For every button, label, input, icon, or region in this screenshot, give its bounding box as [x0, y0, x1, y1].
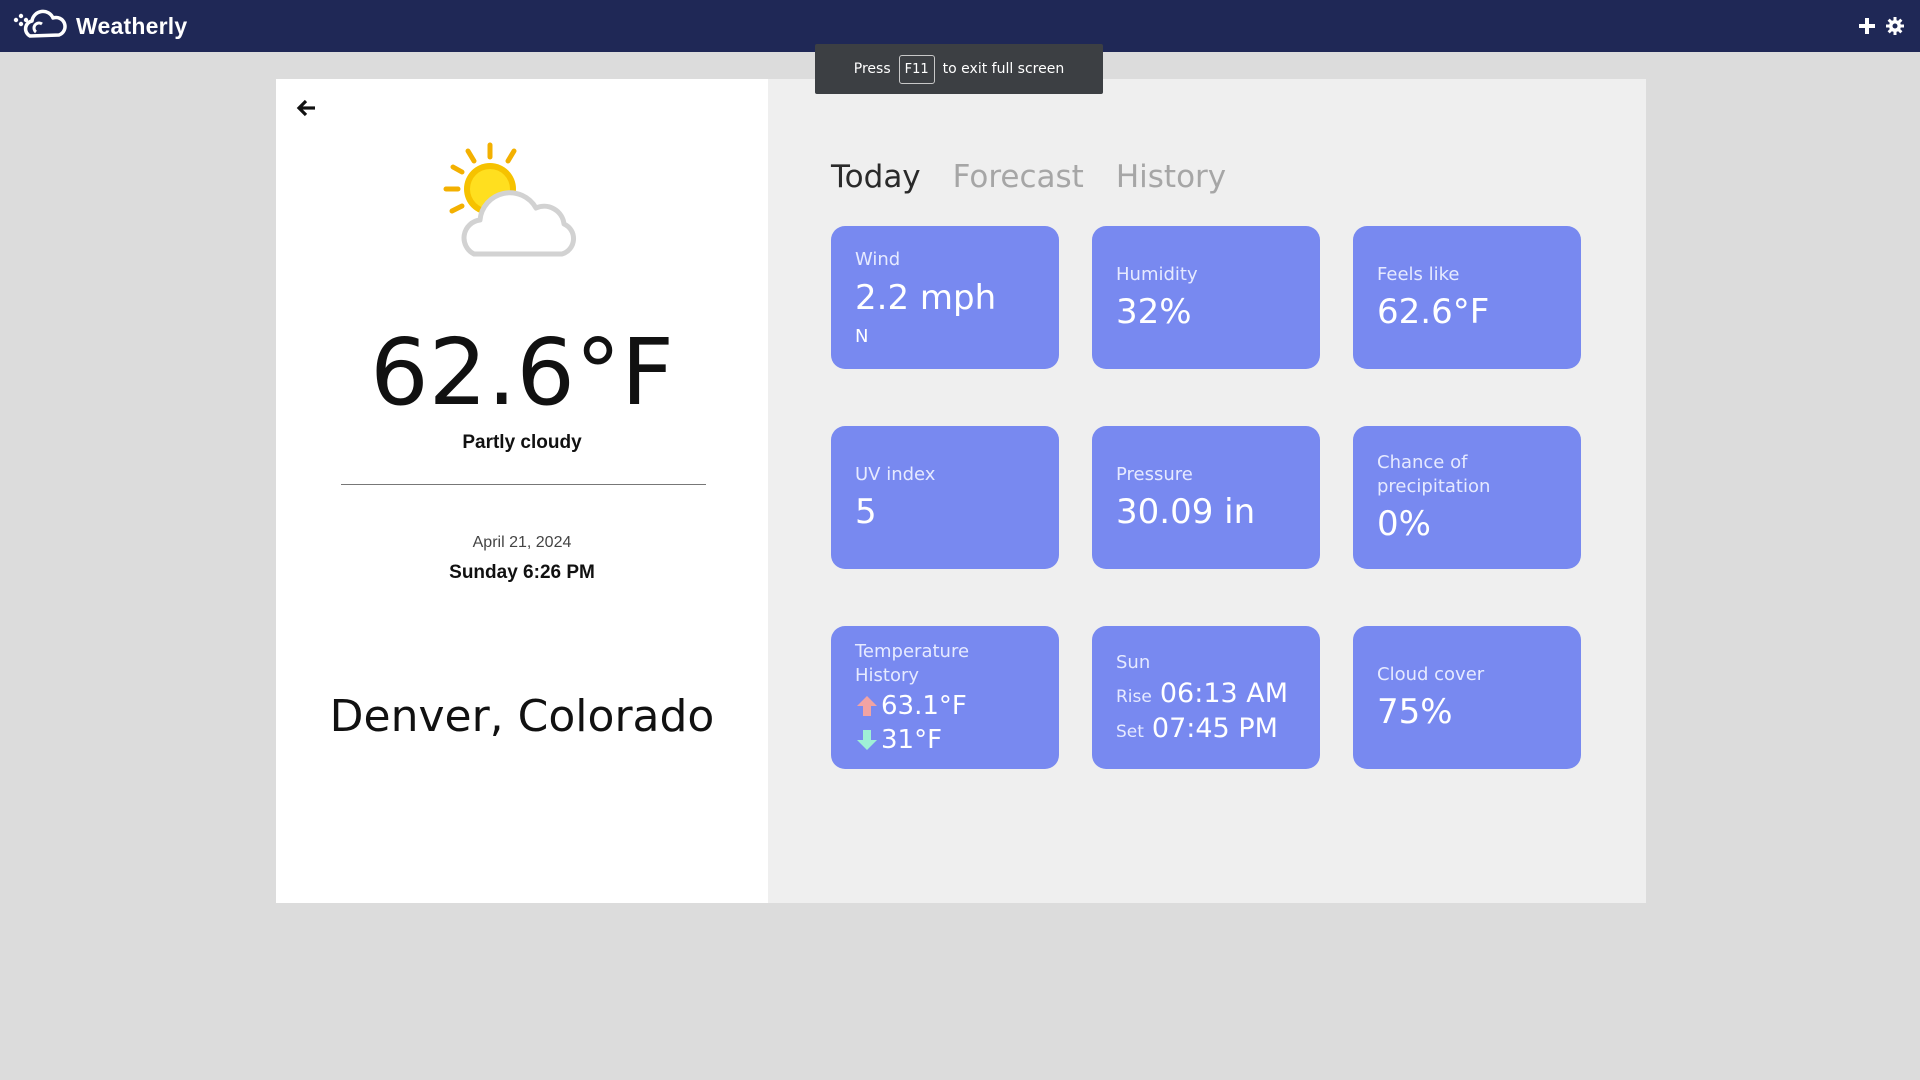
sunset-row: Set 07:45 PM	[1116, 713, 1296, 744]
toast-prefix: Press	[853, 61, 891, 77]
low-temp-value: 31°F	[881, 724, 943, 755]
tab-bar: Today Forecast History	[831, 159, 1226, 195]
toast-suffix: to exit full screen	[942, 61, 1065, 77]
feels-like-tile: Feels like 62.6°F	[1353, 226, 1581, 369]
sunrise-row: Rise 06:13 AM	[1116, 678, 1296, 709]
high-temp-row: 63.1°F	[855, 691, 1035, 721]
wind-tile: Wind 2.2 mph N	[831, 226, 1059, 369]
weather-card: 62.6°F Partly cloudy April 21, 2024 Sund…	[276, 79, 1646, 903]
tab-forecast[interactable]: Forecast	[953, 159, 1084, 195]
precipitation-value: 0%	[1377, 503, 1431, 544]
feels-like-value: 62.6°F	[1377, 292, 1490, 333]
arrow-down-icon	[857, 729, 877, 750]
tile-label: Pressure	[1116, 463, 1193, 485]
precipitation-tile: Chance of precipitation 0%	[1353, 426, 1581, 569]
location-name: Denver, Colorado	[329, 691, 715, 742]
pressure-tile: Pressure 30.09 in	[1092, 426, 1320, 569]
tile-label: UV index	[855, 463, 936, 485]
brand[interactable]: Weatherly	[12, 6, 187, 46]
uv-index-value: 5	[855, 492, 877, 533]
sunrise-time: 06:13 AM	[1159, 678, 1289, 710]
divider	[341, 484, 706, 485]
cloud-logo-icon	[13, 9, 67, 38]
partly-cloudy-icon	[443, 142, 576, 257]
tab-history[interactable]: History	[1116, 159, 1226, 195]
metrics-grid: Wind 2.2 mph N Humidity 32% Feels like 6…	[831, 226, 1581, 769]
tile-label: Humidity	[1116, 263, 1198, 285]
uv-index-tile: UV index 5	[831, 426, 1059, 569]
app-title: Weatherly	[76, 12, 188, 39]
arrow-up-icon	[857, 695, 877, 716]
high-temp-value: 63.1°F	[881, 690, 967, 721]
sun-tile: Sun Rise 06:13 AM Set 07:45 PM	[1092, 626, 1320, 769]
details-panel: Today Forecast History Wind 2.2 mph N Hu…	[768, 79, 1646, 903]
pressure-value: 30.09 in	[1116, 492, 1256, 533]
current-day-time: Sunday 6:26 PM	[449, 562, 595, 583]
low-temp-row: 31°F	[855, 725, 1035, 755]
current-temperature: 62.6°F	[370, 319, 674, 426]
top-actions	[1858, 17, 1904, 35]
plus-icon[interactable]	[1858, 17, 1876, 35]
temperature-history-tile: Temperature History 63.1°F 31°F	[831, 626, 1059, 769]
toast-key: F11	[898, 54, 935, 84]
sunset-time: 07:45 PM	[1151, 713, 1278, 745]
weather-condition: Partly cloudy	[462, 432, 582, 453]
wind-direction: N	[855, 325, 869, 347]
wind-speed: 2.2 mph	[855, 277, 997, 318]
tile-label: Chance of precipitation	[1377, 452, 1491, 497]
tile-label: Sun	[1116, 651, 1151, 673]
fullscreen-toast: Press F11 to exit full screen	[815, 44, 1103, 94]
arrow-left-icon[interactable]	[296, 97, 318, 119]
humidity-value: 32%	[1116, 292, 1192, 333]
sunset-label: Set	[1116, 722, 1144, 743]
sunrise-label: Rise	[1116, 687, 1152, 708]
gear-icon[interactable]	[1886, 17, 1904, 35]
cloud-cover-tile: Cloud cover 75%	[1353, 626, 1581, 769]
tile-label: Wind	[855, 249, 901, 271]
tile-label: Cloud cover	[1377, 663, 1485, 685]
tab-today[interactable]: Today	[831, 159, 921, 195]
tile-label: Feels like	[1377, 263, 1460, 285]
current-weather-panel: 62.6°F Partly cloudy April 21, 2024 Sund…	[276, 79, 768, 903]
current-date: April 21, 2024	[472, 534, 572, 551]
tile-label: Temperature History	[855, 641, 970, 686]
humidity-tile: Humidity 32%	[1092, 226, 1320, 369]
cloud-cover-value: 75%	[1377, 692, 1453, 733]
